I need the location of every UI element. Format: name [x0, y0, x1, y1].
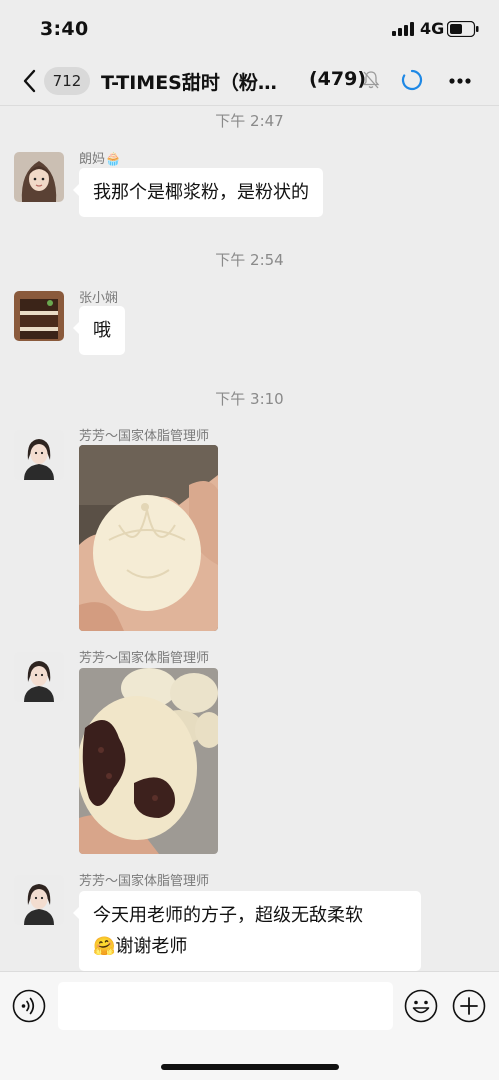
signal-icon	[392, 22, 414, 36]
chat-header: 712 T-TIMES甜时（粉… (479)	[0, 58, 499, 106]
voice-input-icon[interactable]	[12, 989, 46, 1023]
hugging-emoji: 🤗	[93, 936, 116, 957]
avatar-langma[interactable]	[14, 152, 64, 202]
message-bubble[interactable]: 哦	[73, 306, 125, 355]
emoji-icon[interactable]	[404, 989, 438, 1023]
message-text: 哦	[93, 320, 111, 341]
red-bean-bun-photo[interactable]	[79, 668, 218, 854]
home-indicator	[161, 1064, 339, 1070]
avatar-photo	[14, 430, 64, 480]
mute-bell-icon	[362, 71, 380, 89]
chat-title: T-TIMES甜时（粉…	[101, 72, 277, 94]
avatar-photo	[14, 652, 64, 702]
image-content	[79, 445, 218, 631]
status-bar: 3:40 4G	[0, 0, 499, 58]
message-timestamp: 下午 3:10	[215, 390, 284, 408]
sender-name: 张小娴	[79, 291, 119, 306]
image-content	[79, 668, 218, 854]
avatar-zhangxiaoxian[interactable]	[14, 291, 64, 341]
network-label: 4G	[420, 19, 445, 38]
avatar-fangfang[interactable]	[14, 430, 64, 480]
more-options-icon[interactable]	[448, 77, 472, 85]
message-timestamp: 下午 2:54	[215, 251, 284, 269]
battery-icon	[447, 21, 479, 37]
message-text-line: 今天用老师的方子，超级无敌柔软	[93, 905, 363, 926]
steamed-bun-photo[interactable]	[79, 445, 218, 631]
avatar-fangfang[interactable]	[14, 875, 64, 925]
avatar-fangfang[interactable]	[14, 652, 64, 702]
member-count: (479)	[309, 68, 367, 90]
message-bubble[interactable]: 我那个是椰浆粉，是粉状的	[73, 168, 323, 217]
input-bar	[0, 971, 499, 1080]
message-bubble[interactable]: 今天用老师的方子，超级无敌柔软 🤗谢谢老师	[73, 891, 421, 971]
sender-name: 芳芳～国家体脂管理师	[79, 874, 210, 889]
unread-count-badge[interactable]: 712	[44, 67, 90, 95]
message-text-line: 🤗谢谢老师	[93, 931, 407, 962]
sender-name: 朗妈🧁	[79, 152, 122, 167]
status-time: 3:40	[40, 18, 89, 40]
sender-name: 芳芳～国家体脂管理师	[79, 651, 210, 666]
plus-icon[interactable]	[452, 989, 486, 1023]
message-text: 我那个是椰浆粉，是粉状的	[93, 182, 309, 203]
message-input[interactable]	[58, 982, 393, 1030]
loading-spinner-icon	[401, 69, 423, 91]
sender-name: 芳芳～国家体脂管理师	[79, 429, 210, 444]
avatar-photo	[14, 875, 64, 925]
message-timestamp: 下午 2:47	[215, 112, 284, 130]
message-text: 谢谢老师	[115, 936, 188, 957]
avatar-photo	[14, 152, 64, 202]
avatar-photo	[14, 291, 64, 341]
back-chevron-icon[interactable]	[20, 68, 40, 94]
